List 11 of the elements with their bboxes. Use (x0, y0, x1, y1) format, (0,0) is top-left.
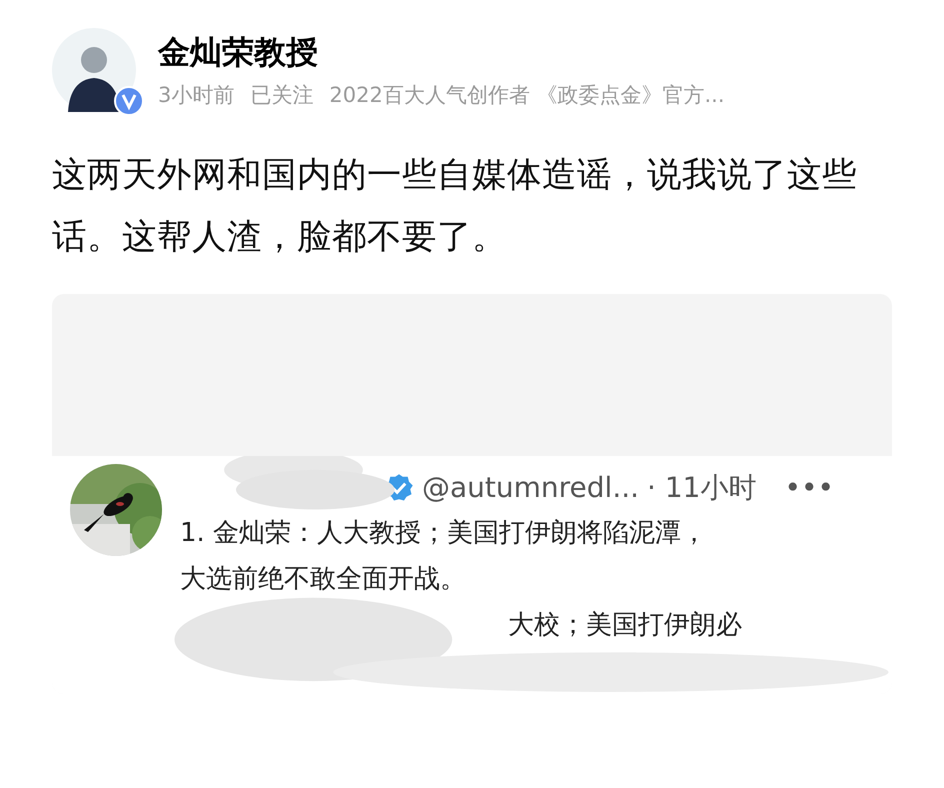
author-name[interactable]: 金灿荣教授 (158, 32, 725, 72)
avatar[interactable] (52, 28, 136, 112)
tweet-text: 1. 金灿荣：人大教授；美国打伊朗将陷泥潭， (180, 517, 708, 550)
tweet-text: 大选前绝不敢全面开战。 (180, 563, 467, 596)
post-text: 这两天外网和国内的一些自媒体造谣，说我说了这些话。这帮人渣，脸都不要了。 (52, 154, 858, 259)
post-time: · 11小时 (647, 470, 756, 506)
tweet-text: 大校；美国打伊朗必 (508, 609, 742, 642)
author-tagline: 2022百大人气创作者 《政委点金》官方... (329, 82, 725, 109)
more-button[interactable]: ••• (784, 467, 834, 509)
post-time: 3小时前 (158, 82, 234, 109)
user-handle: @autumnredl... (422, 470, 640, 506)
